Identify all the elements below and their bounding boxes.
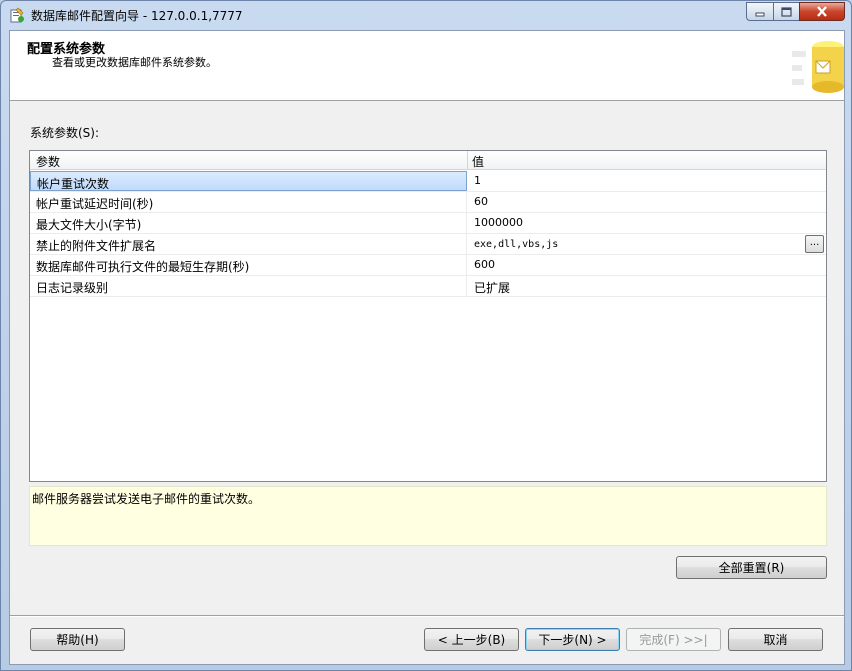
finish-button[interactable]: 完成(F) >>| <box>626 628 721 651</box>
wizard-header: 配置系统参数 查看或更改数据库邮件系统参数。 <box>10 31 844 101</box>
system-parameters-grid[interactable]: 参数 值 帐户重试次数 1 帐户重试延迟时间(秒) 60 最大文件大小(字节) … <box>29 150 827 482</box>
table-row[interactable]: 帐户重试延迟时间(秒) 60 <box>30 192 826 213</box>
wizard-app-icon <box>10 7 24 23</box>
parameter-name: 日志记录级别 <box>30 276 467 296</box>
parameter-value[interactable]: 1000000 <box>474 216 523 229</box>
parameter-value[interactable]: 已扩展 <box>474 279 510 296</box>
close-icon <box>817 6 827 17</box>
wizard-client-area: 配置系统参数 查看或更改数据库邮件系统参数。 系统参数(S): 参数 值 帐户重… <box>9 30 845 665</box>
minimize-icon <box>755 12 765 16</box>
footer-divider <box>10 615 844 617</box>
table-row[interactable]: 日志记录级别 已扩展 <box>30 276 826 297</box>
parameter-name: 禁止的附件文件扩展名 <box>30 234 467 254</box>
parameter-name: 数据库邮件可执行文件的最短生存期(秒) <box>30 255 467 275</box>
previous-button[interactable]: < 上一步(B) <box>424 628 519 651</box>
parameter-name: 帐户重试延迟时间(秒) <box>30 192 467 212</box>
table-row[interactable]: 数据库邮件可执行文件的最短生存期(秒) 600 <box>30 255 826 276</box>
cancel-button[interactable]: 取消 <box>728 628 823 651</box>
title-bar[interactable]: 数据库邮件配置向导 - 127.0.0.1,7777 <box>1 1 851 29</box>
parameter-value[interactable]: 1 <box>474 174 481 187</box>
column-header-value[interactable]: 值 <box>472 153 484 170</box>
database-mail-banner-icon <box>792 41 844 93</box>
parameter-value[interactable]: 600 <box>474 258 495 271</box>
parameter-name: 帐户重试次数 <box>30 171 467 191</box>
page-subtitle: 查看或更改数据库邮件系统参数。 <box>52 56 217 69</box>
table-row[interactable]: 禁止的附件文件扩展名 exe,dll,vbs,js ... <box>30 234 826 255</box>
parameter-value[interactable]: 60 <box>474 195 488 208</box>
table-row[interactable]: 最大文件大小(字节) 1000000 <box>30 213 826 234</box>
edit-extensions-button[interactable]: ... <box>805 235 824 253</box>
window-controls <box>746 2 845 22</box>
close-button[interactable] <box>799 2 845 21</box>
wizard-window: 数据库邮件配置向导 - 127.0.0.1,7777 配置系统参数 查看或更改数… <box>0 0 852 671</box>
system-parameters-label: 系统参数(S): <box>30 126 100 140</box>
grid-header: 参数 值 <box>30 151 826 170</box>
help-button[interactable]: 帮助(H) <box>30 628 125 651</box>
next-button[interactable]: 下一步(N) > <box>525 628 620 651</box>
reset-all-button[interactable]: 全部重置(R) <box>676 556 827 579</box>
window-title: 数据库邮件配置向导 - 127.0.0.1,7777 <box>31 9 243 23</box>
column-header-parameter[interactable]: 参数 <box>36 153 60 170</box>
table-row[interactable]: 帐户重试次数 1 <box>30 171 826 192</box>
maximize-button[interactable] <box>773 2 799 21</box>
parameter-description: 邮件服务器尝试发送电子邮件的重试次数。 <box>29 486 827 546</box>
maximize-icon <box>781 6 792 17</box>
parameter-value[interactable]: exe,dll,vbs,js <box>474 239 558 250</box>
column-separator[interactable] <box>467 151 468 170</box>
parameter-name: 最大文件大小(字节) <box>30 213 467 233</box>
minimize-button[interactable] <box>746 2 773 21</box>
